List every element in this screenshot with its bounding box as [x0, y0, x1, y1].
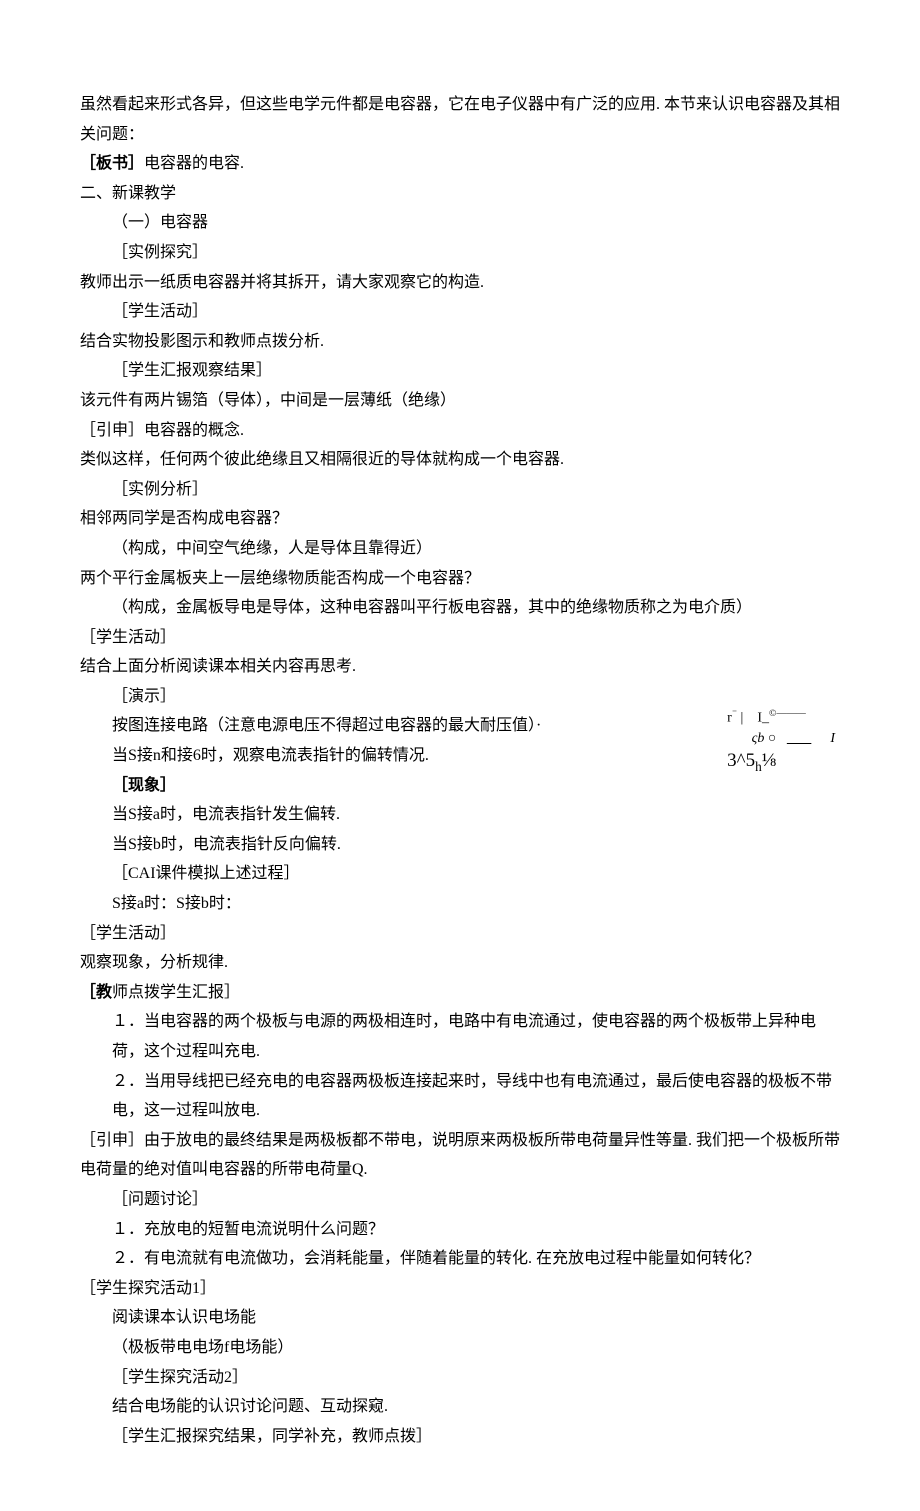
body-text: 结合实物投影图示和教师点拨分析.: [80, 327, 845, 357]
circuit-formula-region: 按图连接电路（注意电源电压不得超过电容器的最大耐压值）· 当S接n和接6时，观察…: [80, 711, 845, 800]
teacher-comment-label: ［教师点拨学生汇报］: [80, 978, 845, 1008]
bracket-label: ［引申］电容器的概念.: [80, 416, 845, 446]
body-text: 观察现象，分析规律.: [80, 948, 845, 978]
bracket-label: ［学生活动］: [80, 297, 845, 327]
list-item: １．当电容器的两个极板与电源的两极相连时，电路中有电流通过，使电容器的两个极板带…: [80, 1007, 845, 1066]
circuit-diagram-fragment: r⁻ | I_©——— ςb ○ I 3^5h⅛: [727, 707, 835, 776]
body-text: S接a时：S接b时：: [80, 889, 845, 919]
bracket-label: ［问题讨论］: [80, 1185, 845, 1215]
body-text: （构成，中间空气绝缘，人是导体且靠得近）: [80, 534, 845, 564]
body-text: 两个平行金属板夹上一层绝缘物质能否构成一个电容器？: [80, 564, 845, 594]
board-text: 电容器的电容.: [144, 155, 244, 172]
paragraph-intro: 虽然看起来形式各异，但这些电学元件都是电容器，它在电子仪器中有广泛的应用. 本节…: [80, 90, 845, 149]
body-text: 当S接a时，电流表指针发生偏转.: [80, 800, 845, 830]
body-text: （构成，金属板导电是导体，这种电容器叫平行板电容器，其中的绝缘物质称之为电介质）: [80, 593, 845, 623]
bracket-label: ［实例探究］: [80, 238, 845, 268]
bracket-label: ［学生探究活动1］: [80, 1274, 845, 1304]
body-text: 相邻两同学是否构成电容器？: [80, 504, 845, 534]
body-text: 教师出示一纸质电容器并将其拆开，请大家观察它的构造.: [80, 268, 845, 298]
bracket-label: ［学生汇报观察结果］: [80, 356, 845, 386]
body-text: 该元件有两片锡箔（导体），中间是一层薄纸（绝缘）: [80, 386, 845, 416]
bracket-label: ［学生活动］: [80, 919, 845, 949]
bracket-label: ［学生活动］: [80, 623, 845, 653]
body-text: 类似这样，任何两个彼此绝缘且又相隔很近的导体就构成一个电容器.: [80, 445, 845, 475]
bracket-label: ［CAI课件模拟上述过程］: [80, 859, 845, 889]
bracket-label: ［实例分析］: [80, 475, 845, 505]
bracket-label: ［学生探究活动2］: [80, 1363, 845, 1393]
list-item: ２．有电流就有电流做功，会消耗能量，伴随着能量的转化. 在充放电过程中能量如何转…: [80, 1244, 845, 1274]
teacher-label-bold: ［教: [80, 984, 112, 1001]
subsection-heading: （一）电容器: [80, 208, 845, 238]
teacher-label-rest: 师点拨学生汇报］: [112, 984, 240, 1001]
bracket-label: ［学生汇报探究结果，同学补充，教师点拨］: [80, 1422, 845, 1452]
body-text: 阅读课本认识电场能: [80, 1303, 845, 1333]
list-item: ２．当用导线把已经充电的电容器两极板连接起来时，导线中也有电流通过，最后使电容器…: [80, 1067, 845, 1126]
list-item: １．充放电的短暂电流说明什么问题？: [80, 1215, 845, 1245]
body-text: （极板带电电场f电场能）: [80, 1333, 845, 1363]
body-text: ［引申］由于放电的最终结果是两极板都不带电，说明原来两极板所带电荷量异性等量. …: [80, 1126, 845, 1185]
body-text: 结合上面分析阅读课本相关内容再思考.: [80, 652, 845, 682]
body-text: 结合电场能的认识讨论问题、互动探窥.: [80, 1392, 845, 1422]
board-line: ［板书］电容器的电容.: [80, 149, 845, 179]
section-heading: 二、新课教学: [80, 179, 845, 209]
body-text: 当S接b时，电流表指针反向偏转.: [80, 830, 845, 860]
board-label: ［板书］: [80, 155, 144, 172]
